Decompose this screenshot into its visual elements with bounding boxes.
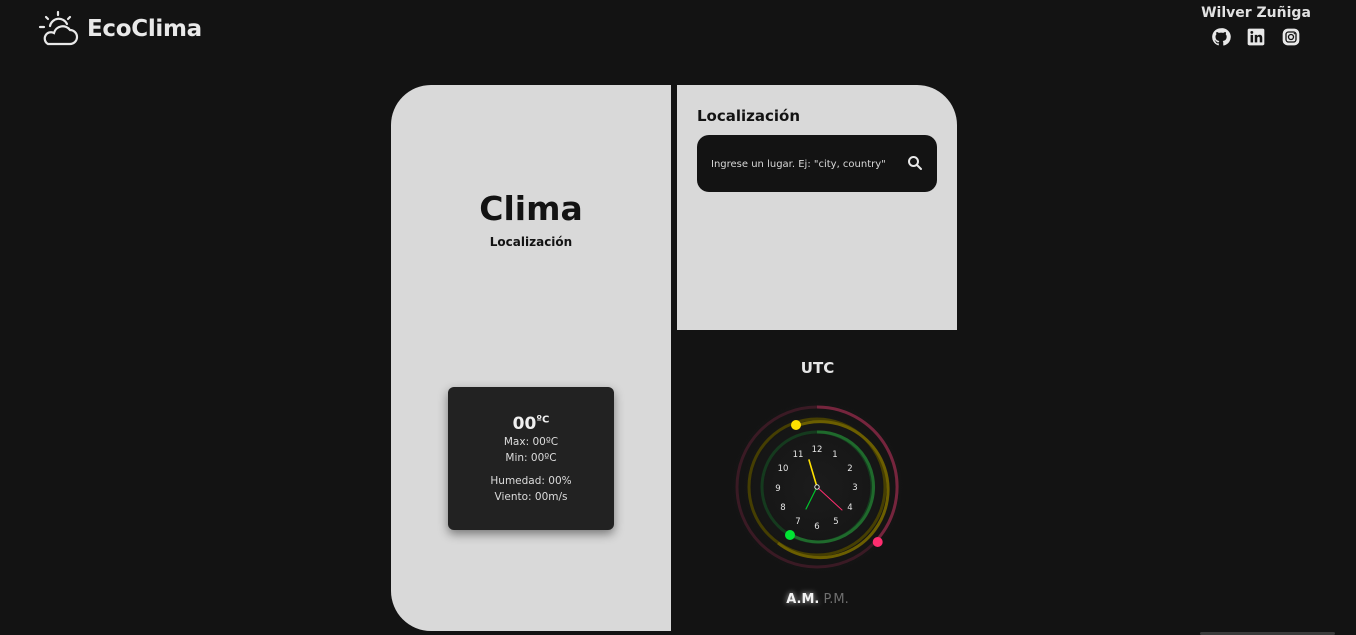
wind: Viento: 00m/s <box>494 491 568 503</box>
seconds-dot <box>872 537 883 547</box>
clock-number-11: 11 <box>793 450 804 460</box>
minutes-dot <box>785 530 795 540</box>
location-search-input[interactable] <box>709 153 903 175</box>
clock-number-1: 1 <box>832 450 837 460</box>
timezone-label: UTC <box>800 359 835 377</box>
temp-min: Min: 00ºC <box>505 452 557 464</box>
search-bar <box>697 135 937 192</box>
clock-number-8: 8 <box>780 503 785 513</box>
weather-summary-card: 00ºC Max: 00ºC Min: 00ºC Humedad: 00% Vi… <box>448 387 614 530</box>
clock-number-9: 9 <box>775 484 780 494</box>
weather-panel: Clima Localización 00ºC Max: 00ºC Min: 0… <box>391 85 671 631</box>
pm-label: P.M. <box>823 592 849 607</box>
humidity: Humedad: 00% <box>490 475 572 487</box>
clock-number-5: 5 <box>833 517 838 527</box>
weather-title: Clima <box>479 189 583 228</box>
clock-number-2: 2 <box>847 464 852 474</box>
clock-number-4: 4 <box>847 503 852 513</box>
location-panel: Localización <box>677 85 957 330</box>
author-block: Wilver Zuñiga <box>1201 5 1311 47</box>
temperature-unit: ºC <box>536 414 550 426</box>
linkedin-icon[interactable] <box>1246 27 1266 47</box>
search-icon[interactable] <box>907 155 923 171</box>
instagram-icon[interactable] <box>1281 27 1301 47</box>
temperature: 00ºC <box>512 414 550 434</box>
clock-number-7: 7 <box>795 517 800 527</box>
clock-number-12: 12 <box>812 445 823 455</box>
location-title: Localización <box>697 107 801 125</box>
social-links <box>1201 27 1311 47</box>
brand-logo[interactable]: EcoClima <box>37 10 202 48</box>
clock-number-3: 3 <box>852 483 857 493</box>
weather-location: Localización <box>489 235 573 249</box>
author-name: Wilver Zuñiga <box>1201 5 1311 21</box>
sun-cloud-icon <box>38 10 79 46</box>
clock-number-10: 10 <box>778 464 789 474</box>
hours-dot <box>791 420 801 430</box>
temp-max: Max: 00ºC <box>503 436 559 448</box>
brand-name: EcoClima <box>87 16 202 42</box>
github-icon[interactable] <box>1211 27 1231 47</box>
am-label: A.M. <box>786 592 820 607</box>
analog-clock: 12 1 2 3 4 5 6 7 8 9 10 11 <box>729 399 905 575</box>
clock-number-6: 6 <box>814 522 819 532</box>
period-indicator: A.M. P.M. <box>760 592 875 607</box>
